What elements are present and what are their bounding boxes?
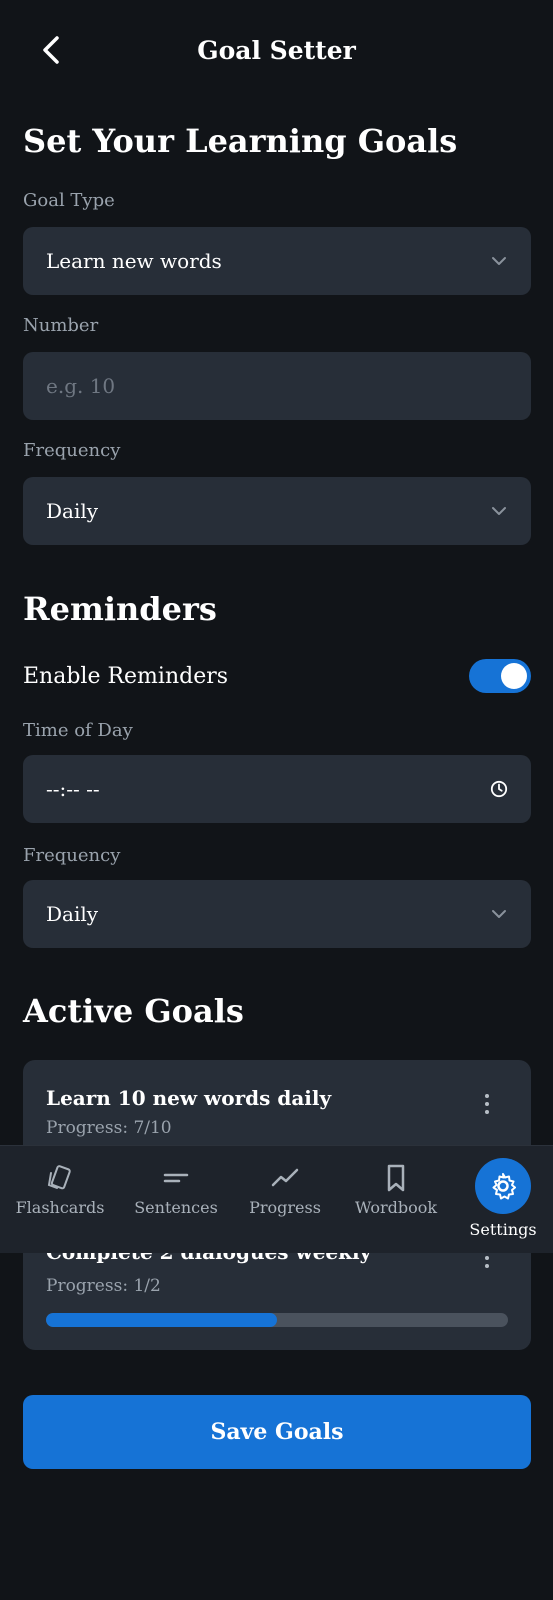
nav-item-sentences[interactable]: Sentences (130, 1146, 222, 1254)
enable-reminders-row: Enable Reminders (23, 656, 531, 696)
frequency-label: Frequency (23, 440, 121, 461)
goal-title: Learn 10 new words daily (46, 1086, 332, 1110)
bottom-nav: Flashcards Sentences Progress Wordbook S… (0, 1145, 553, 1253)
nav-label: Progress (249, 1198, 321, 1217)
number-input[interactable]: e.g. 10 (23, 352, 531, 420)
progress-chart-icon (267, 1160, 303, 1196)
sentences-icon (158, 1160, 194, 1196)
reminder-frequency-select[interactable]: Daily (23, 880, 531, 948)
nav-item-wordbook[interactable]: Wordbook (350, 1146, 442, 1254)
reminder-frequency-value: Daily (46, 902, 99, 926)
nav-label: Sentences (134, 1198, 218, 1217)
number-label: Number (23, 315, 99, 336)
chevron-down-icon (490, 502, 508, 520)
frequency-select[interactable]: Daily (23, 477, 531, 545)
chevron-down-icon (490, 905, 508, 923)
goals-section-title: Set Your Learning Goals (23, 122, 458, 160)
enable-reminders-label: Enable Reminders (23, 663, 229, 689)
time-of-day-input[interactable]: --:-- -- (23, 755, 531, 823)
active-goals-title: Active Goals (23, 992, 244, 1030)
goal-progress-fill (46, 1313, 277, 1327)
clock-icon[interactable] (490, 780, 508, 798)
app-header: Goal Setter (0, 0, 553, 100)
nav-label: Settings (469, 1220, 537, 1239)
gear-icon (475, 1158, 531, 1214)
bookmark-icon (378, 1160, 414, 1196)
goal-type-value: Learn new words (46, 249, 222, 273)
reminders-section-title: Reminders (23, 590, 217, 628)
enable-reminders-toggle[interactable] (469, 659, 531, 693)
reminder-frequency-label: Frequency (23, 845, 121, 866)
goal-progress-bar (46, 1313, 508, 1327)
goal-progress-text: Progress: 1/2 (46, 1276, 161, 1296)
nav-item-flashcards[interactable]: Flashcards (14, 1146, 106, 1254)
flashcards-icon (42, 1160, 78, 1196)
goal-type-select[interactable]: Learn new words (23, 227, 531, 295)
chevron-down-icon (490, 252, 508, 270)
nav-label: Flashcards (15, 1198, 105, 1217)
nav-item-settings[interactable]: Settings (458, 1146, 548, 1254)
save-goals-button[interactable]: Save Goals (23, 1395, 531, 1469)
back-button[interactable] (36, 30, 66, 70)
chevron-left-icon (43, 36, 59, 64)
goal-progress-text: Progress: 7/10 (46, 1118, 172, 1138)
page-title: Goal Setter (197, 35, 356, 65)
time-of-day-value: --:-- -- (46, 777, 100, 801)
time-of-day-label: Time of Day (23, 720, 133, 741)
goal-type-label: Goal Type (23, 190, 115, 211)
nav-label: Wordbook (354, 1198, 438, 1217)
nav-item-progress[interactable]: Progress (239, 1146, 331, 1254)
frequency-value: Daily (46, 499, 99, 523)
toggle-knob (501, 663, 527, 689)
number-placeholder: e.g. 10 (46, 374, 116, 398)
more-options-icon[interactable] (477, 1086, 497, 1122)
